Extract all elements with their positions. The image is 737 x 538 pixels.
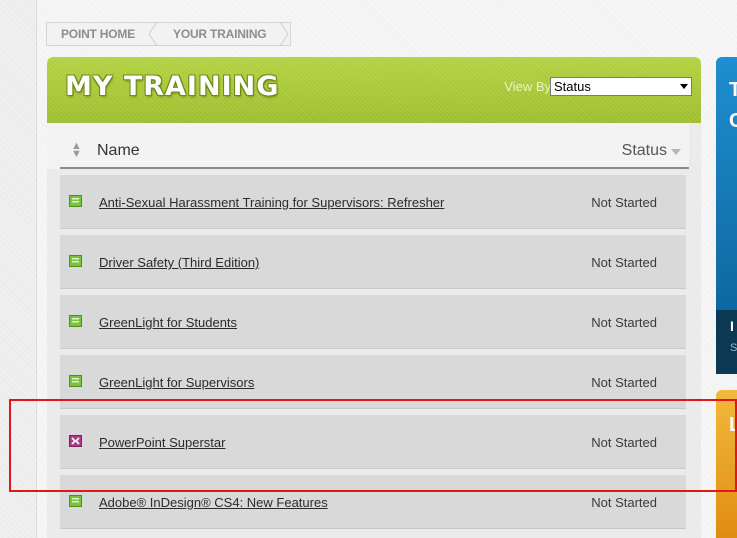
training-row: GreenLight for Supervisors Not Started <box>60 355 686 409</box>
table-header: ▲ ▼ Name Status <box>47 123 689 169</box>
course-book-icon <box>69 314 82 327</box>
side-panel-char: T <box>729 79 737 101</box>
course-book-icon <box>69 254 82 267</box>
training-list: Anti-Sexual Harassment Training for Supe… <box>60 175 686 535</box>
sort-down-icon[interactable] <box>671 149 681 155</box>
course-link[interactable]: Driver Safety (Third Edition) <box>99 255 259 270</box>
course-book-icon <box>69 194 82 207</box>
panel-header: MY TRAINING View By Status <box>47 57 701 123</box>
side-panel-char: C <box>729 110 737 132</box>
breadcrumb-separator-icon <box>147 22 159 46</box>
side-panel-char: I <box>730 318 734 334</box>
course-link[interactable]: GreenLight for Students <box>99 315 237 330</box>
side-panel-footer: I S <box>716 310 737 374</box>
course-link[interactable]: Anti-Sexual Harassment Training for Supe… <box>99 195 444 210</box>
dropdown-arrow-icon <box>680 84 688 89</box>
panel-title: MY TRAINING <box>65 71 280 102</box>
column-header-status[interactable]: Status <box>622 142 667 160</box>
course-status: Not Started <box>591 195 657 210</box>
course-status: Not Started <box>591 375 657 390</box>
course-status: Not Started <box>591 495 657 510</box>
course-link[interactable]: Adobe® InDesign® CS4: New Features <box>99 495 328 510</box>
side-panel-char: L <box>729 414 737 436</box>
view-by-label: View By <box>504 79 551 94</box>
breadcrumb: POINT HOME YOUR TRAINING <box>46 22 292 46</box>
side-panel-orange[interactable]: L <box>716 390 737 538</box>
training-row: Anti-Sexual Harassment Training for Supe… <box>60 175 686 229</box>
course-book-icon <box>69 494 82 507</box>
course-status: Not Started <box>591 255 657 270</box>
header-divider <box>60 167 689 169</box>
training-row: Adobe® InDesign® CS4: New Features Not S… <box>60 475 686 529</box>
course-link[interactable]: GreenLight for Supervisors <box>99 375 254 390</box>
column-header-name[interactable]: Name <box>97 142 140 160</box>
my-training-panel: MY TRAINING View By Status ▲ ▼ Name Statu… <box>47 57 701 538</box>
side-panel-char: S <box>730 342 737 354</box>
course-book-icon <box>69 374 82 387</box>
training-row: Driver Safety (Third Edition) Not Starte… <box>60 235 686 289</box>
side-panel-blue[interactable]: T C I S <box>716 57 737 374</box>
training-row: GreenLight for Students Not Started <box>60 295 686 349</box>
breadcrumb-end-icon <box>278 22 290 46</box>
course-status: Not Started <box>591 435 657 450</box>
view-by-value: Status <box>554 79 591 94</box>
sort-icon[interactable]: ▲ ▼ <box>71 141 82 160</box>
course-link[interactable]: PowerPoint Superstar <box>99 435 225 450</box>
breadcrumb-your-training[interactable]: YOUR TRAINING <box>159 23 278 45</box>
puzzle-icon <box>69 434 82 447</box>
course-status: Not Started <box>591 315 657 330</box>
view-by-select[interactable]: Status <box>550 77 692 96</box>
breadcrumb-point-home[interactable]: POINT HOME <box>47 23 147 45</box>
training-row: PowerPoint Superstar Not Started <box>60 415 686 469</box>
